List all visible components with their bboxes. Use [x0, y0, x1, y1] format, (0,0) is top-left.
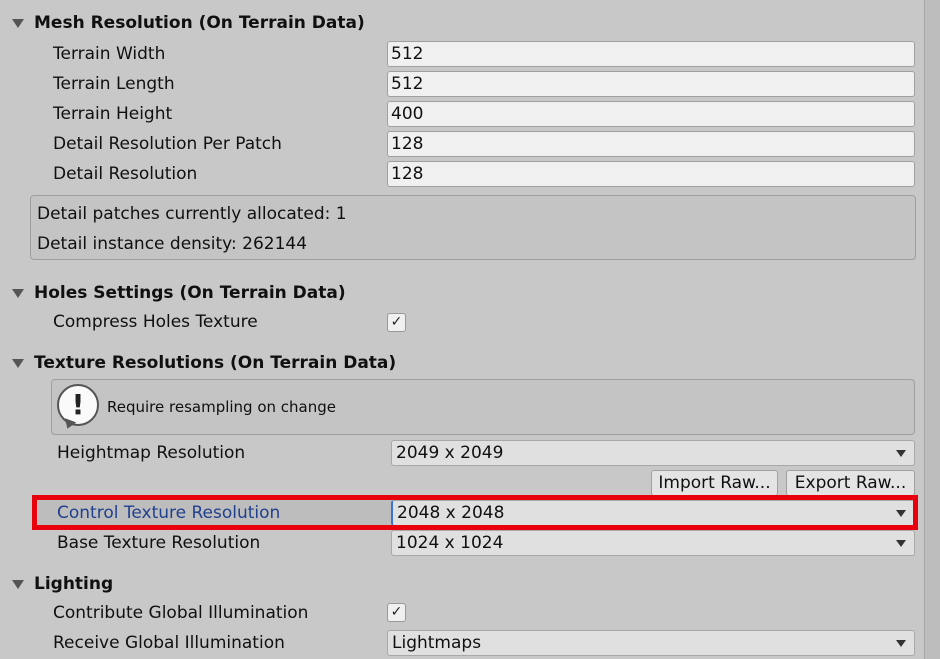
lighting-title: Lighting	[34, 574, 114, 594]
triangle-down-icon	[12, 288, 24, 298]
resampling-help-text: Require resampling on change	[107, 398, 336, 416]
checkmark-icon: ✓	[390, 314, 403, 330]
detail-info-box: Detail patches currently allocated: 1 De…	[30, 195, 916, 260]
texture-resolutions-title: Texture Resolutions (On Terrain Data)	[34, 353, 397, 373]
contribute-gi-label: Contribute Global Illumination	[53, 603, 309, 623]
receive-gi-value: Lightmaps	[392, 633, 482, 653]
detail-resolution-per-patch-label: Detail Resolution Per Patch	[53, 134, 282, 154]
heightmap-resolution-value: 2049 x 2049	[396, 443, 504, 463]
holes-settings-title: Holes Settings (On Terrain Data)	[34, 283, 346, 303]
detail-patches-text: Detail patches currently allocated: 1	[37, 204, 347, 224]
terrain-width-field[interactable]: 512	[387, 41, 915, 67]
checkmark-icon: ✓	[390, 604, 403, 620]
compress-holes-checkbox[interactable]: ✓	[387, 313, 406, 332]
triangle-down-icon	[896, 450, 906, 457]
detail-resolution-label: Detail Resolution	[53, 164, 198, 184]
base-texture-resolution-dropdown[interactable]: 1024 x 1024	[391, 530, 915, 556]
exclamation-speech-bubble-icon: !	[57, 384, 99, 426]
export-raw-button[interactable]: Export Raw...	[786, 470, 915, 496]
contribute-gi-checkbox[interactable]: ✓	[387, 603, 406, 622]
import-raw-button[interactable]: Import Raw...	[651, 470, 778, 496]
holes-settings-foldout[interactable]: Holes Settings (On Terrain Data)	[10, 281, 346, 305]
detail-density-text: Detail instance density: 262144	[37, 234, 308, 254]
triangle-down-icon	[896, 640, 906, 647]
receive-gi-dropdown[interactable]: Lightmaps	[387, 630, 915, 656]
mesh-resolution-title: Mesh Resolution (On Terrain Data)	[34, 13, 365, 33]
vertical-scrollbar[interactable]	[924, 0, 940, 659]
receive-gi-label: Receive Global Illumination	[53, 633, 285, 653]
lighting-foldout[interactable]: Lighting	[10, 572, 113, 596]
triangle-down-icon	[12, 358, 24, 368]
red-highlight-frame	[32, 495, 918, 530]
base-texture-resolution-label: Base Texture Resolution	[57, 533, 261, 553]
resampling-help-box: ! Require resampling on change	[51, 379, 915, 435]
heightmap-resolution-dropdown[interactable]: 2049 x 2049	[391, 440, 915, 466]
detail-resolution-field[interactable]: 128	[387, 161, 915, 187]
terrain-height-label: Terrain Height	[53, 104, 173, 124]
triangle-down-icon	[896, 540, 906, 547]
terrain-length-field[interactable]: 512	[387, 71, 915, 97]
compress-holes-label: Compress Holes Texture	[53, 312, 258, 332]
triangle-down-icon	[12, 579, 24, 589]
base-texture-resolution-value: 1024 x 1024	[396, 533, 504, 553]
mesh-resolution-foldout[interactable]: Mesh Resolution (On Terrain Data)	[10, 11, 365, 35]
triangle-down-icon	[12, 18, 24, 28]
heightmap-resolution-label: Heightmap Resolution	[57, 443, 246, 463]
terrain-height-field[interactable]: 400	[387, 101, 915, 127]
inspector-panel: Mesh Resolution (On Terrain Data) Terrai…	[0, 0, 924, 659]
detail-resolution-per-patch-field[interactable]: 128	[387, 131, 915, 157]
texture-resolutions-foldout[interactable]: Texture Resolutions (On Terrain Data)	[10, 351, 396, 375]
terrain-width-label: Terrain Width	[53, 44, 166, 64]
terrain-length-label: Terrain Length	[53, 74, 175, 94]
